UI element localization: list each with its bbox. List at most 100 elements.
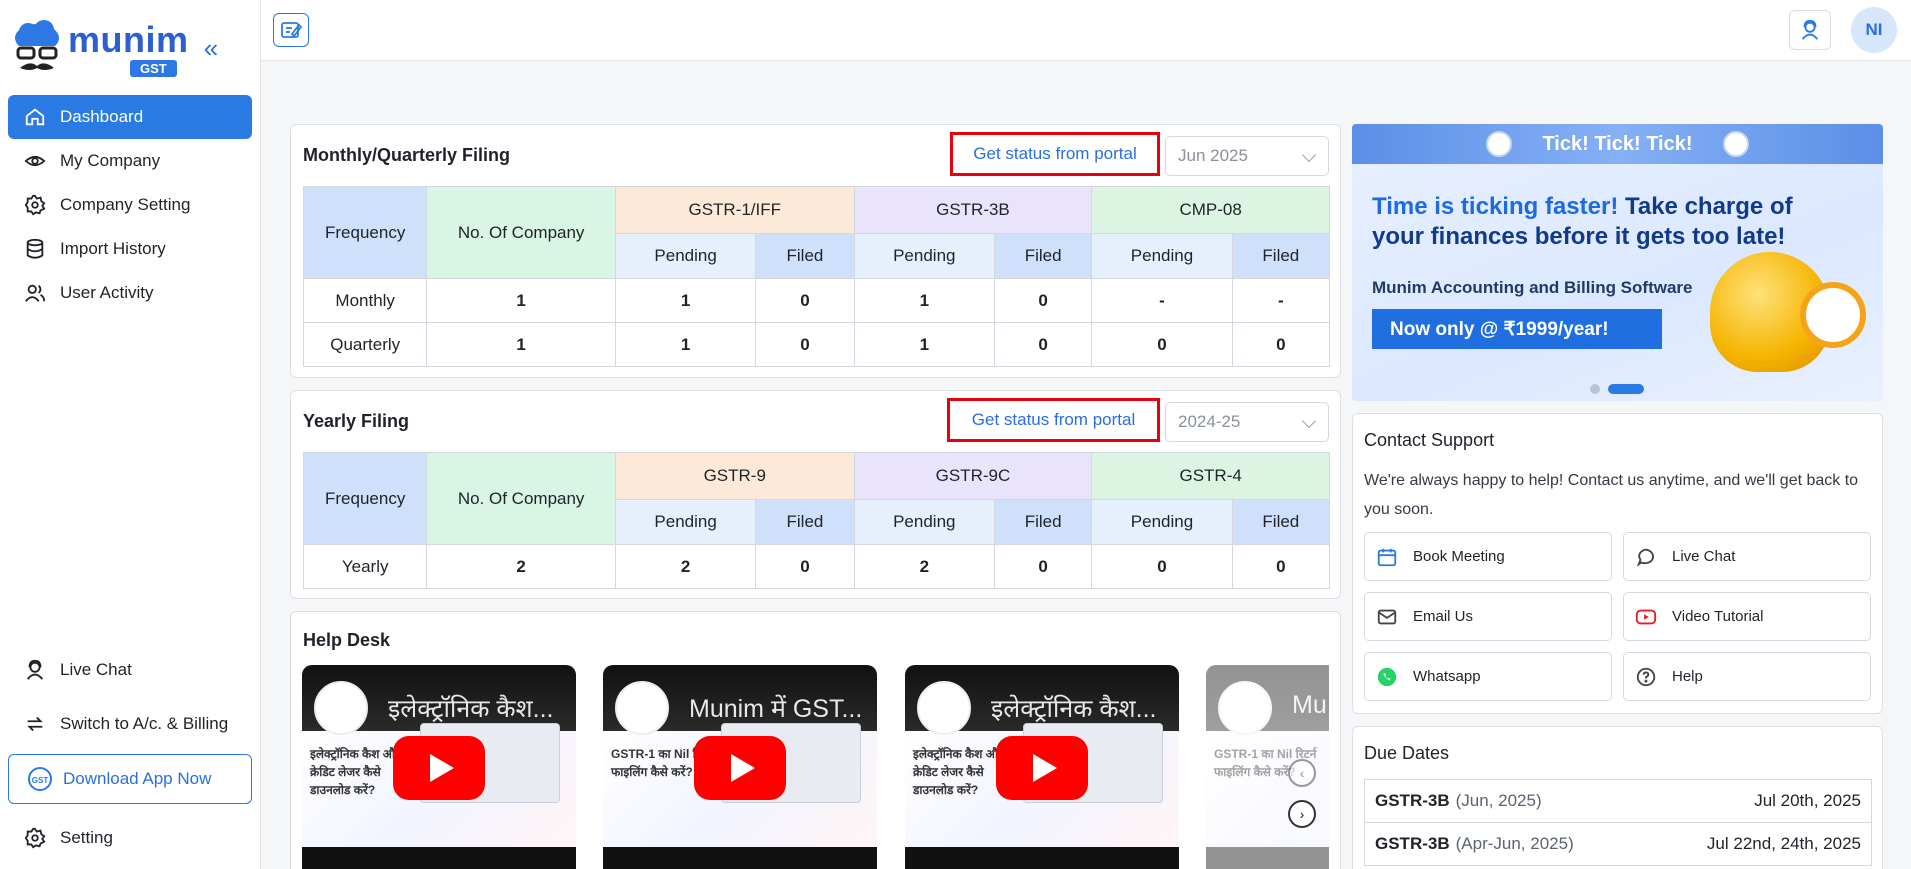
eye-icon [24, 150, 46, 172]
live-chat-label: Live Chat [1672, 548, 1736, 565]
gst-app-icon: GST [28, 767, 52, 791]
book-meeting-button[interactable]: Book Meeting [1364, 532, 1612, 581]
sidebar-item-company-setting[interactable]: Company Setting [8, 183, 252, 227]
play-icon[interactable] [694, 736, 786, 800]
support-agent-icon [1801, 19, 1819, 40]
sidebar-nav: Dashboard My Company Company Setting Imp… [8, 95, 252, 315]
sidebar-item-dashboard[interactable]: Dashboard [8, 95, 252, 139]
contact-support-text: We're always happy to help! Contact us a… [1364, 472, 1859, 518]
support-agent-button[interactable] [1789, 10, 1831, 50]
due-date-period: (Apr-Jun, 2025) [1455, 834, 1574, 853]
sidebar-switch-label: Switch to A/c. & Billing [60, 714, 229, 733]
promo-banner[interactable]: Tick! Tick! Tick! Time is ticking faster… [1352, 124, 1883, 401]
sidebar-setting[interactable]: Setting [8, 816, 252, 860]
book-meeting-label: Book Meeting [1413, 548, 1505, 565]
due-date-form: GSTR-3B [1375, 834, 1450, 853]
banner-dot[interactable] [1590, 384, 1600, 394]
due-date-period: (Jun, 2025) [1455, 791, 1542, 810]
due-dates-card: Due Dates GSTR-3B (Jun, 2025) Jul 20th, … [1352, 726, 1883, 869]
contact-support-card: Contact Support We're always happy to he… [1352, 413, 1883, 714]
carousel-next-icon[interactable]: › [1288, 800, 1316, 828]
clock-icon [1722, 131, 1749, 157]
whatsapp-label: Whatsapp [1413, 668, 1481, 685]
whatsapp-icon [1375, 665, 1399, 689]
sidebar-switch-billing[interactable]: Switch to A/c. & Billing [8, 702, 252, 746]
chat-bubble-icon [1634, 545, 1658, 569]
live-chat-button[interactable]: Live Chat [1623, 532, 1871, 581]
sidebar: munim GST « Dashboard My Company Company… [0, 0, 261, 869]
calendar-icon [1375, 545, 1399, 569]
help-button[interactable]: Help [1623, 652, 1871, 701]
video-card[interactable]: इलेक्ट्रॉनिक कैश... इलेक्ट्रॉनिक कैश और … [302, 665, 576, 869]
sidebar-item-import-history[interactable]: Import History [8, 227, 252, 271]
video-title: इलेक्ट्रॉनिक कैश... [388, 695, 554, 723]
banner-pagination [1590, 384, 1652, 394]
sidebar-setting-label: Setting [60, 828, 113, 847]
sidebar-item-label: My Company [60, 151, 161, 170]
email-us-button[interactable]: Email Us [1364, 592, 1612, 641]
sidebar-bottom: Live Chat Switch to A/c. & Billing GST D… [8, 648, 252, 860]
gear-icon [24, 194, 46, 216]
sidebar-live-chat[interactable]: Live Chat [8, 648, 252, 692]
sidebar-item-label: Company Setting [60, 195, 191, 214]
due-date-row: GSTR-3B (Apr-Jun, 2025) Jul 22nd, 24th, … [1364, 822, 1872, 866]
video-title: इलेक्ट्रॉनिक कैश... [991, 695, 1157, 723]
banner-headline-highlight: Time is ticking faster! [1372, 193, 1619, 220]
help-label: Help [1672, 668, 1703, 685]
channel-avatar-icon [314, 681, 368, 735]
sidebar-item-label: Import History [60, 239, 166, 258]
mail-icon [1375, 605, 1399, 629]
carousel-prev-icon[interactable]: ‹ [1288, 759, 1316, 787]
banner-band-text: Tick! Tick! Tick! [1542, 132, 1693, 155]
banner-dot-active[interactable] [1608, 384, 1644, 394]
due-date-row: GSTR-3B (Jun, 2025) Jul 20th, 2025 [1364, 779, 1872, 823]
sidebar-live-chat-label: Live Chat [60, 660, 132, 679]
user-avatar[interactable]: NI [1851, 7, 1897, 53]
video-title: Munim में GST... [689, 695, 863, 723]
brand-logo[interactable]: munim GST [12, 20, 189, 78]
whatsapp-button[interactable]: Whatsapp [1364, 652, 1612, 701]
video-card[interactable]: Munim में GST... GSTR-1 का Nil रिटर्न फा… [603, 665, 877, 869]
channel-avatar-icon [615, 681, 669, 735]
home-icon [24, 106, 46, 128]
help-desk-videos: इलेक्ट्रॉनिक कैश... इलेक्ट्रॉनिक कैश और … [302, 0, 1329, 869]
contact-support-title: Contact Support [1364, 430, 1495, 450]
email-us-label: Email Us [1413, 608, 1474, 625]
video-tutorial-label: Video Tutorial [1672, 608, 1764, 625]
svg-text:GST: GST [32, 776, 49, 785]
munim-logo-icon [15, 20, 59, 70]
video-card[interactable]: इलेक्ट्रॉनिक कैश... इलेक्ट्रॉनिक कैश और … [905, 665, 1179, 869]
play-icon[interactable] [393, 736, 485, 800]
sidebar-item-user-activity[interactable]: User Activity [8, 271, 252, 315]
due-dates-title: Due Dates [1364, 743, 1450, 763]
sidebar-item-my-company[interactable]: My Company [8, 139, 252, 183]
brand-badge: GST [130, 60, 177, 77]
due-date-value: Jul 20th, 2025 [1754, 791, 1861, 810]
database-icon [24, 238, 46, 260]
sidebar-item-label: Dashboard [60, 107, 144, 126]
brand-name: munim [68, 19, 189, 60]
users-icon [24, 282, 46, 304]
play-icon[interactable] [996, 736, 1088, 800]
support-agent-icon [24, 659, 46, 681]
banner-subline: Munim Accounting and Billing Software [1372, 278, 1693, 297]
banner-price[interactable]: Now only @ ₹1999/year! [1372, 309, 1662, 349]
edit-note-icon [281, 22, 302, 38]
due-date-form: GSTR-3B [1375, 791, 1450, 810]
switch-arrows-icon [24, 713, 46, 735]
gear-icon [24, 827, 46, 849]
alarm-clock-icon [1800, 282, 1866, 348]
due-date-value: Jul 22nd, 24th, 2025 [1706, 834, 1861, 853]
video-title: Mu... [1292, 691, 1329, 719]
channel-avatar-icon [1218, 681, 1272, 735]
download-app-button[interactable]: GST Download App Now [8, 754, 252, 804]
channel-avatar-icon [917, 681, 971, 735]
download-app-label: Download App Now [63, 769, 212, 788]
collapse-sidebar-icon[interactable]: « [198, 35, 224, 62]
video-tutorial-button[interactable]: Video Tutorial [1623, 592, 1871, 641]
banner-band: Tick! Tick! Tick! [1352, 124, 1883, 164]
sidebar-item-label: User Activity [60, 283, 154, 302]
question-icon [1634, 665, 1658, 689]
banner-headline: Time is ticking faster! Take charge of y… [1372, 192, 1802, 252]
clock-icon [1486, 131, 1513, 157]
